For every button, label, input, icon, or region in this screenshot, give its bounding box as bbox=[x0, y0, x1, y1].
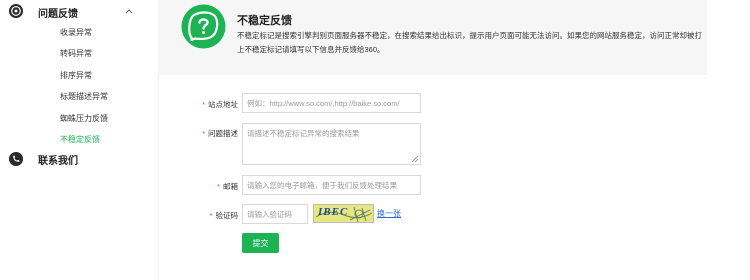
question-mark-icon bbox=[181, 4, 226, 49]
required-mark: * bbox=[202, 129, 205, 138]
sidebar-item-spider[interactable]: 蜘蛛压力反馈 bbox=[60, 113, 108, 124]
captcha-label: * 验证码 bbox=[196, 210, 238, 221]
page-title: 不稳定反馈 bbox=[237, 15, 292, 27]
sidebar-contact-label: 联系我们 bbox=[38, 155, 78, 167]
banner-description: 不稳定标记是搜索引擎判别页面服务器不稳定，在搜索结果给出标识，提示用户页面可能无… bbox=[237, 31, 702, 54]
phone-icon bbox=[9, 152, 23, 166]
required-mark: * bbox=[202, 100, 205, 109]
email-label-text: 邮箱 bbox=[223, 182, 238, 191]
sidebar-item-title-desc[interactable]: 标题描述异常 bbox=[60, 91, 108, 102]
sidebar-item-transcoding[interactable]: 转码异常 bbox=[60, 48, 92, 59]
captcha-refresh-link[interactable]: 换一张 bbox=[377, 208, 401, 219]
site-label-text: 站点地址 bbox=[208, 100, 238, 109]
sidebar-item-ranking[interactable]: 排序异常 bbox=[60, 70, 92, 81]
sidebar: 问题反馈 收录异常 转码异常 排序异常 标题描述异常 蜘蛛压力反馈 不稳定反馈 … bbox=[0, 0, 159, 280]
sidebar-item-indexing[interactable]: 收录异常 bbox=[60, 27, 92, 38]
site-url-input[interactable]: 例如：http://www.so.com/,http://baike.so.co… bbox=[242, 93, 421, 113]
sidebar-group-label: 问题反馈 bbox=[38, 8, 78, 20]
chevron-up-icon[interactable] bbox=[124, 6, 134, 16]
sidebar-group-feedback[interactable]: 问题反馈 bbox=[9, 4, 148, 20]
problem-placeholder: 请描述不稳定标记异常的搜索结果 bbox=[247, 129, 360, 138]
captcha-text: IBEC bbox=[318, 206, 349, 218]
sidebar-item-unstable[interactable]: 不稳定反馈 bbox=[60, 134, 100, 145]
problem-label: * 问题描述 bbox=[196, 128, 238, 139]
email-label: * 邮箱 bbox=[196, 181, 238, 192]
required-mark: * bbox=[217, 182, 220, 191]
required-mark: * bbox=[209, 211, 213, 220]
captcha-label-text: 验证码 bbox=[215, 211, 239, 220]
captcha-image[interactable]: IBEC bbox=[313, 204, 374, 223]
resize-handle-icon[interactable] bbox=[412, 156, 418, 162]
submit-button[interactable]: 提交 bbox=[242, 233, 279, 253]
captcha-input[interactable]: 请输入验证码 bbox=[242, 204, 308, 224]
sidebar-item-contact[interactable]: 联系我们 bbox=[9, 152, 78, 167]
problem-textarea[interactable]: 请描述不稳定标记异常的搜索结果 bbox=[242, 123, 421, 165]
email-input[interactable]: 请输入您的电子邮箱，便于我们反馈处理结果 bbox=[242, 175, 421, 195]
site-label: * 站点地址 bbox=[196, 99, 238, 110]
problem-label-text: 问题描述 bbox=[208, 129, 238, 138]
question-icon bbox=[9, 4, 23, 18]
